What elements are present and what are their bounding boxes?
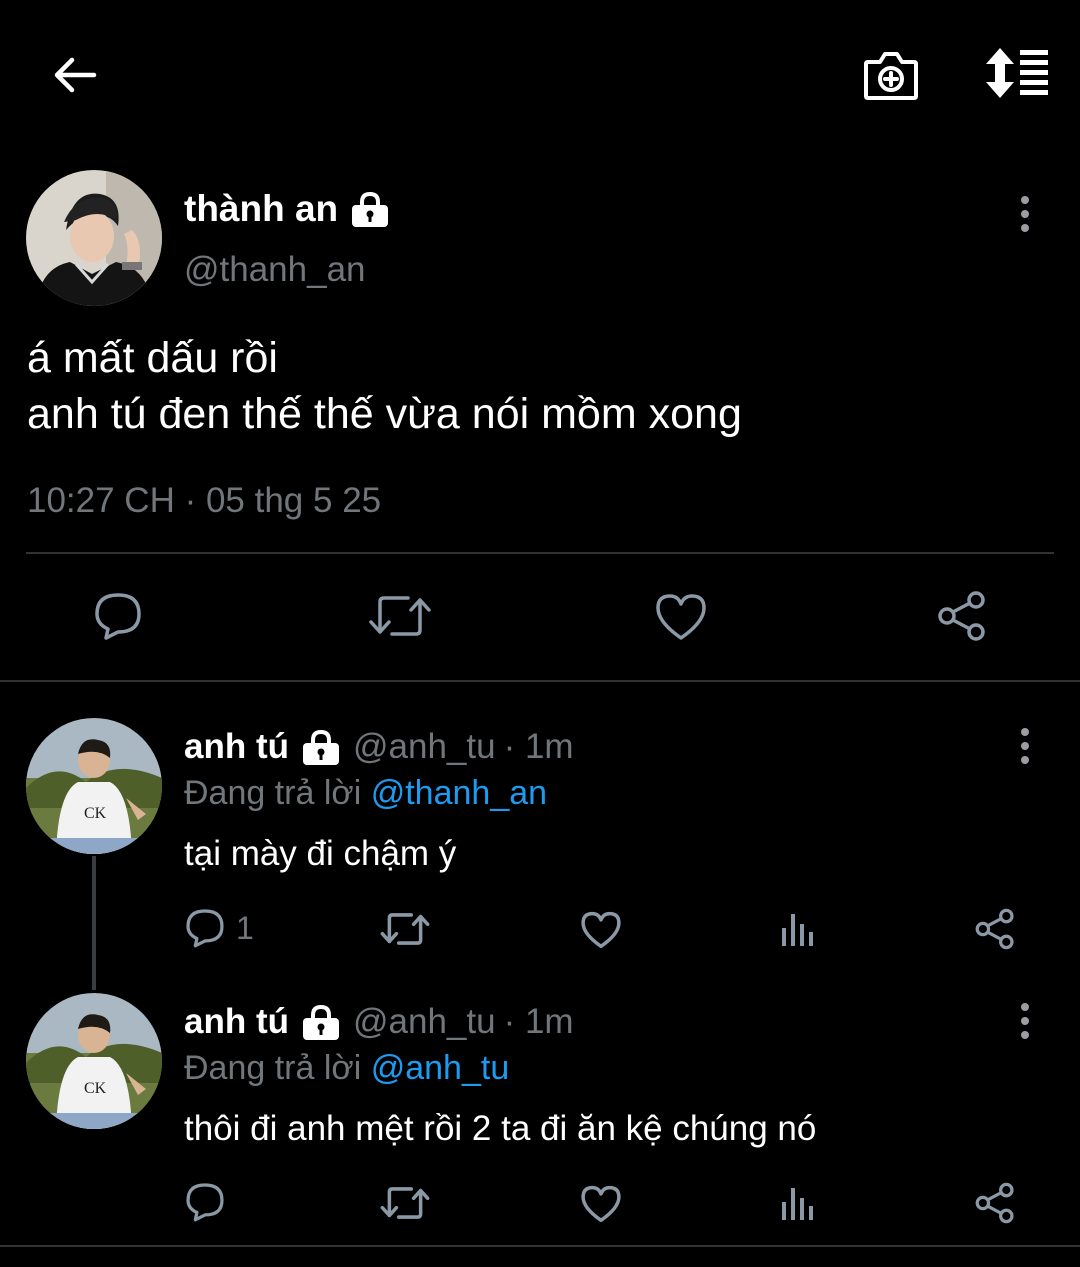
- replying-label: Đang trả lời: [184, 1049, 362, 1087]
- share-icon: [975, 908, 1014, 950]
- relative-time: · 1m: [503, 727, 574, 766]
- reply-button[interactable]: [92, 590, 144, 642]
- svg-text:CK: CK: [84, 1080, 107, 1097]
- more-vertical-icon: [1021, 728, 1029, 764]
- like-button[interactable]: [580, 910, 622, 950]
- divider: [26, 552, 1054, 554]
- share-icon: [975, 1182, 1014, 1224]
- back-button[interactable]: [48, 50, 100, 100]
- retweet-button[interactable]: [368, 592, 432, 640]
- views-button[interactable]: [780, 1184, 816, 1222]
- avatar-thanh-an[interactable]: [26, 170, 162, 306]
- display-name[interactable]: anh tú: [184, 1002, 289, 1042]
- analytics-icon: [782, 1188, 813, 1220]
- profile-photo: CK: [26, 993, 162, 1129]
- like-icon: [581, 911, 621, 949]
- reply-button[interactable]: [184, 1181, 226, 1223]
- reply-button[interactable]: 1: [184, 906, 254, 950]
- more-options-button[interactable]: [1010, 726, 1040, 766]
- handle[interactable]: @anh_tu: [353, 727, 496, 767]
- reply-text: thôi đi anh mệt rồi 2 ta đi ăn kệ chúng …: [184, 1109, 817, 1148]
- timestamp[interactable]: 10:27 CH · 05 thg 5 25: [27, 481, 381, 521]
- handle[interactable]: @anh_tu: [353, 1002, 496, 1042]
- display-name[interactable]: thành an: [184, 188, 338, 230]
- views-button[interactable]: [780, 910, 816, 948]
- camera-add-icon: [864, 52, 918, 100]
- retweet-icon: [369, 596, 431, 636]
- reply-icon: [186, 1183, 224, 1222]
- share-button[interactable]: [936, 590, 988, 642]
- replying-to-link[interactable]: @anh_tu: [371, 1049, 510, 1087]
- retweet-button[interactable]: [380, 910, 430, 948]
- handle[interactable]: @thanh_an: [184, 250, 366, 290]
- lock-icon: [352, 191, 389, 227]
- lock-icon: [302, 729, 339, 765]
- display-name[interactable]: anh tú: [184, 727, 289, 767]
- more-options-button[interactable]: [1010, 1001, 1040, 1041]
- tweet-text-line-1: á mất dấu rồi: [27, 334, 278, 382]
- avatar-anh-tu[interactable]: CK: [26, 993, 162, 1129]
- profile-photo: CK: [26, 718, 162, 854]
- thread-connector: [92, 856, 96, 990]
- replying-to-link[interactable]: @thanh_an: [371, 774, 547, 812]
- avatar-anh-tu[interactable]: CK: [26, 718, 162, 854]
- like-icon: [581, 1185, 621, 1223]
- reply-icon: [95, 593, 141, 640]
- reply-text: tại mày đi chậm ý: [184, 834, 457, 873]
- sort-list-icon: [986, 48, 1048, 98]
- section-divider: [0, 1245, 1080, 1247]
- svg-text:CK: CK: [84, 805, 107, 822]
- camera-button[interactable]: [862, 46, 920, 104]
- retweet-icon: [380, 913, 430, 945]
- tweet-text: á mất dấu rồi anh tú đen thế thế vừa nói…: [27, 330, 742, 442]
- retweet-button[interactable]: [380, 1184, 430, 1222]
- more-vertical-icon: [1021, 1003, 1029, 1039]
- analytics-icon: [782, 914, 813, 946]
- sort-button[interactable]: [982, 46, 1052, 100]
- section-divider: [0, 680, 1080, 682]
- profile-photo: [26, 170, 162, 306]
- like-button[interactable]: [654, 592, 708, 642]
- retweet-icon: [380, 1187, 430, 1219]
- share-button[interactable]: [974, 908, 1016, 950]
- more-vertical-icon: [1021, 196, 1029, 232]
- relative-time: · 1m: [503, 1002, 574, 1041]
- tweet-text-line-2: anh tú đen thế thế vừa nói mồm xong: [27, 390, 742, 438]
- like-button[interactable]: [580, 1184, 622, 1224]
- share-button[interactable]: [974, 1182, 1016, 1224]
- lock-icon: [302, 1004, 339, 1040]
- share-icon: [938, 591, 985, 641]
- reply-icon: [186, 909, 224, 948]
- reply-count: 1: [236, 909, 254, 946]
- more-options-button[interactable]: [1010, 194, 1040, 234]
- like-icon: [656, 594, 706, 640]
- arrow-left-icon: [54, 57, 97, 93]
- replying-label: Đang trả lời: [184, 774, 362, 812]
